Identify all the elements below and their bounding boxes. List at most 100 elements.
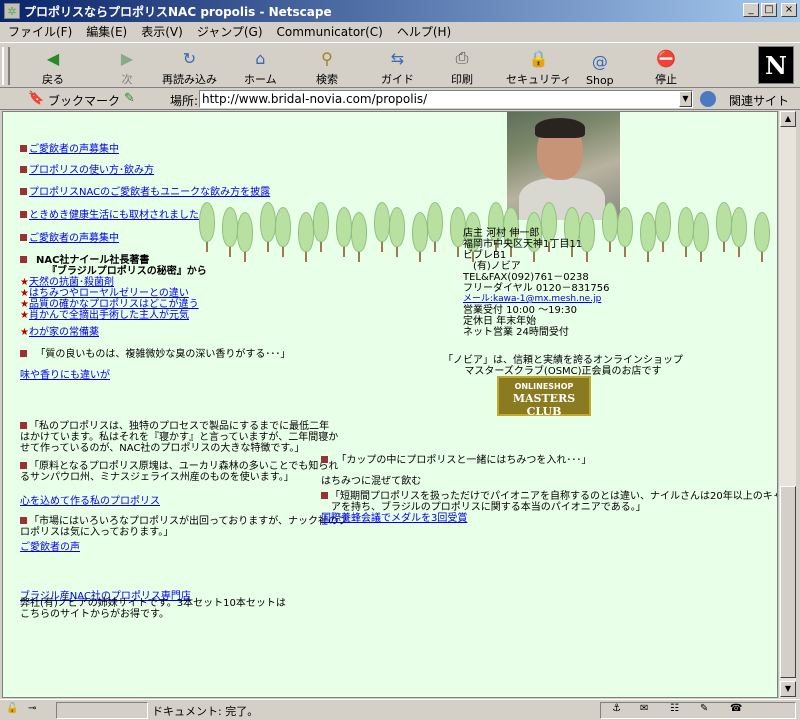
vertical-scrollbar[interactable]: ▲ ▼ <box>778 111 796 698</box>
scroll-thumb[interactable] <box>780 486 796 678</box>
related-sites-button[interactable]: 関連サイト <box>729 92 789 109</box>
reload-label: 再読み込み <box>162 73 217 86</box>
menu-help[interactable]: ヘルプ(H) <box>397 23 451 40</box>
medal-link[interactable]: 国際養蜂会議でメダルを3回受賞 <box>321 513 777 524</box>
tree-shape <box>640 212 656 252</box>
tree-trunk <box>229 247 231 257</box>
composer-icon[interactable]: ✎ <box>700 703 714 718</box>
tree-trunk <box>419 252 421 262</box>
bookmark-icon[interactable]: 🔖 <box>28 91 46 107</box>
masters-club-badge[interactable]: ONLINESHOP MASTERS CLUB <box>497 376 591 418</box>
nav-link-voices[interactable]: ご愛飲者の声募集中 <box>20 140 119 155</box>
page-proxy-icon[interactable]: ✎ <box>124 91 140 107</box>
tree-shape <box>374 202 390 242</box>
tree-shape <box>617 207 633 247</box>
lock-icon: 🔒 <box>528 48 549 68</box>
nav-link-voices-2[interactable]: ご愛飲者の声募集中 <box>20 229 119 244</box>
related-sites-icon[interactable] <box>700 91 716 107</box>
netscape-logo[interactable]: N <box>758 46 794 84</box>
stop-button[interactable]: ⛔ 停止 <box>655 47 677 87</box>
reload-icon: ↻ <box>182 48 197 68</box>
navigator-icon[interactable]: ⚓ <box>612 703 626 718</box>
nav-link-interview-text[interactable]: ときめき健康生活にも取材されました <box>29 210 199 221</box>
tree-shape <box>298 212 314 252</box>
tree-shape <box>412 212 428 252</box>
nav-link-interview[interactable]: ときめき健康生活にも取材されました <box>20 206 199 221</box>
netscape-app-icon[interactable]: ✲ <box>4 3 20 19</box>
nav-link-voices-text[interactable]: ご愛飲者の声募集中 <box>29 144 119 155</box>
location-bar: 🔖 ブックマーク ✎ 場所: http://www.bridal-novia.c… <box>0 88 800 110</box>
tree-trunk <box>305 252 307 262</box>
nav-link-usage-text[interactable]: プロポリスの使い方･飲み方 <box>29 165 154 176</box>
shop-site-description: 弊社(有)ノビアの姉妹サイトです。3本セット10本セットは こちらのサイトからが… <box>20 598 286 620</box>
customer-voices-link[interactable]: ご愛飲者の声 <box>20 538 80 553</box>
minimize-button[interactable]: _ <box>743 3 759 17</box>
tree-trunk <box>700 252 702 262</box>
location-label: 場所: <box>170 94 199 108</box>
shop-label: Shop <box>586 74 614 87</box>
nav-link-usage[interactable]: プロポリスの使い方･飲み方 <box>20 161 154 176</box>
store-email-link[interactable]: メール:kawa-1@mx.mesh.ne.jp <box>463 294 610 305</box>
addressbook-icon[interactable]: ☎ <box>730 703 744 718</box>
reload-button[interactable]: ↻ 再読み込み <box>162 47 217 87</box>
security-status-icon[interactable]: 🔓 <box>6 703 22 718</box>
stop-label: 停止 <box>655 73 677 86</box>
guide-button[interactable]: ⇆ ガイド <box>381 47 414 87</box>
taste-link[interactable]: 味や香りにも違いが <box>20 366 110 381</box>
menu-bar: ファイル(F) 編集(E) 表示(V) ジャンプ(G) Communicator… <box>0 22 800 41</box>
bookmarks-button[interactable]: ブックマーク <box>48 92 120 109</box>
book-link-surgery[interactable]: ★肖かんで全摘出手術した主人が元気 <box>20 306 189 321</box>
url-input[interactable]: http://www.bridal-novia.com/propolis/ <box>199 90 693 108</box>
menu-edit[interactable]: 編集(E) <box>86 23 127 40</box>
discussions-icon[interactable]: ☷ <box>670 703 684 718</box>
nav-link-voices-2-text[interactable]: ご愛飲者の声募集中 <box>29 233 119 244</box>
nav-link-unique[interactable]: プロポリスNACのご愛飲者もユニークな飲み方を披露 <box>20 183 270 198</box>
book-link-surgery-text[interactable]: 肖かんで全摘出手術した主人が元気 <box>29 310 189 321</box>
quote-material-line-1: 「原料となるプロポリス原塊は、ユーカリ森林の多いことでも知られ <box>29 461 339 472</box>
menu-communicator[interactable]: Communicator(C) <box>277 25 383 39</box>
security-button[interactable]: 🔒 セキュリティ <box>506 47 571 87</box>
store-building: ビブレB1 <box>463 250 507 261</box>
menu-go[interactable]: ジャンプ(G) <box>197 23 263 40</box>
mail-icon[interactable]: ✉ <box>640 703 654 718</box>
quote-market-line-1: 「市場にはいろいろなプロポリスが出回っておりますが、ナック社のプ <box>29 516 348 527</box>
store-company: (有)ノビア <box>463 261 521 272</box>
tree-shape <box>260 202 276 242</box>
search-icon: ⚲ <box>321 48 333 68</box>
scroll-up-button[interactable]: ▲ <box>780 111 796 127</box>
tree-trunk <box>358 252 360 262</box>
masters-club-bottom-text: MASTERS CLUB <box>512 392 576 418</box>
quote-process-line-1: 「私のプロポリスは、独特のプロセスで製品にするまでに最低二年 <box>29 421 330 432</box>
shop-site-line-2: こちらのサイトからがお得です。 <box>20 609 169 620</box>
back-label: 戻る <box>42 73 64 86</box>
print-button[interactable]: ⎙ 印刷 <box>451 47 473 87</box>
online-shop-notice: 「ノビア」は、信頼と実績を誇るオンラインショップ マスターズクラブ(OSMC)正… <box>443 355 683 377</box>
nav-link-unique-text[interactable]: プロポリスNACのご愛飲者もユニークな飲み方を披露 <box>29 187 270 198</box>
tree-trunk <box>267 242 269 252</box>
shop-button[interactable]: @ Shop <box>586 47 614 88</box>
store-info: 店主 河村 伸一郎 福岡市中央区天神1丁目11 ビブレB1 (有)ノビア TEL… <box>463 228 610 338</box>
tree-shape <box>199 202 215 242</box>
quote-aroma: 「質の良いものは、複雑微妙な臭の深い香りがする･･･」 <box>20 345 290 360</box>
home-button[interactable]: ⌂ ホーム <box>244 47 277 87</box>
tree-trunk <box>738 247 740 257</box>
house-medicine-link-text[interactable]: わが家の常備薬 <box>29 327 99 338</box>
scroll-down-button[interactable]: ▼ <box>780 681 796 697</box>
house-medicine-link[interactable]: ★わが家の常備薬 <box>20 323 99 338</box>
maximize-button[interactable]: □ <box>761 3 777 17</box>
menu-file[interactable]: ファイル(F) <box>8 23 72 40</box>
search-button[interactable]: ⚲ 検索 <box>316 47 338 87</box>
progress-cell <box>56 702 148 719</box>
quote-process-line-3: せて作っているのが、NAC社のプロポリスの大きな特徴です。」 <box>20 443 305 454</box>
tree-shape <box>427 202 443 242</box>
menu-view[interactable]: 表示(V) <box>141 23 183 40</box>
close-button[interactable]: × <box>781 3 797 17</box>
guide-label: ガイド <box>381 73 414 86</box>
back-button[interactable]: ◀ 戻る <box>42 47 64 87</box>
heart-link[interactable]: 心を込めて作る私のプロポリス <box>20 492 160 507</box>
toolbar-grip[interactable] <box>2 47 10 85</box>
forward-button[interactable]: ▶ 次 <box>116 47 138 87</box>
store-freedial: フリーダイヤル 0120－831756 <box>463 283 610 294</box>
url-dropdown-button[interactable]: ▼ <box>679 91 692 107</box>
masters-club-top-text: ONLINESHOP <box>514 382 574 391</box>
